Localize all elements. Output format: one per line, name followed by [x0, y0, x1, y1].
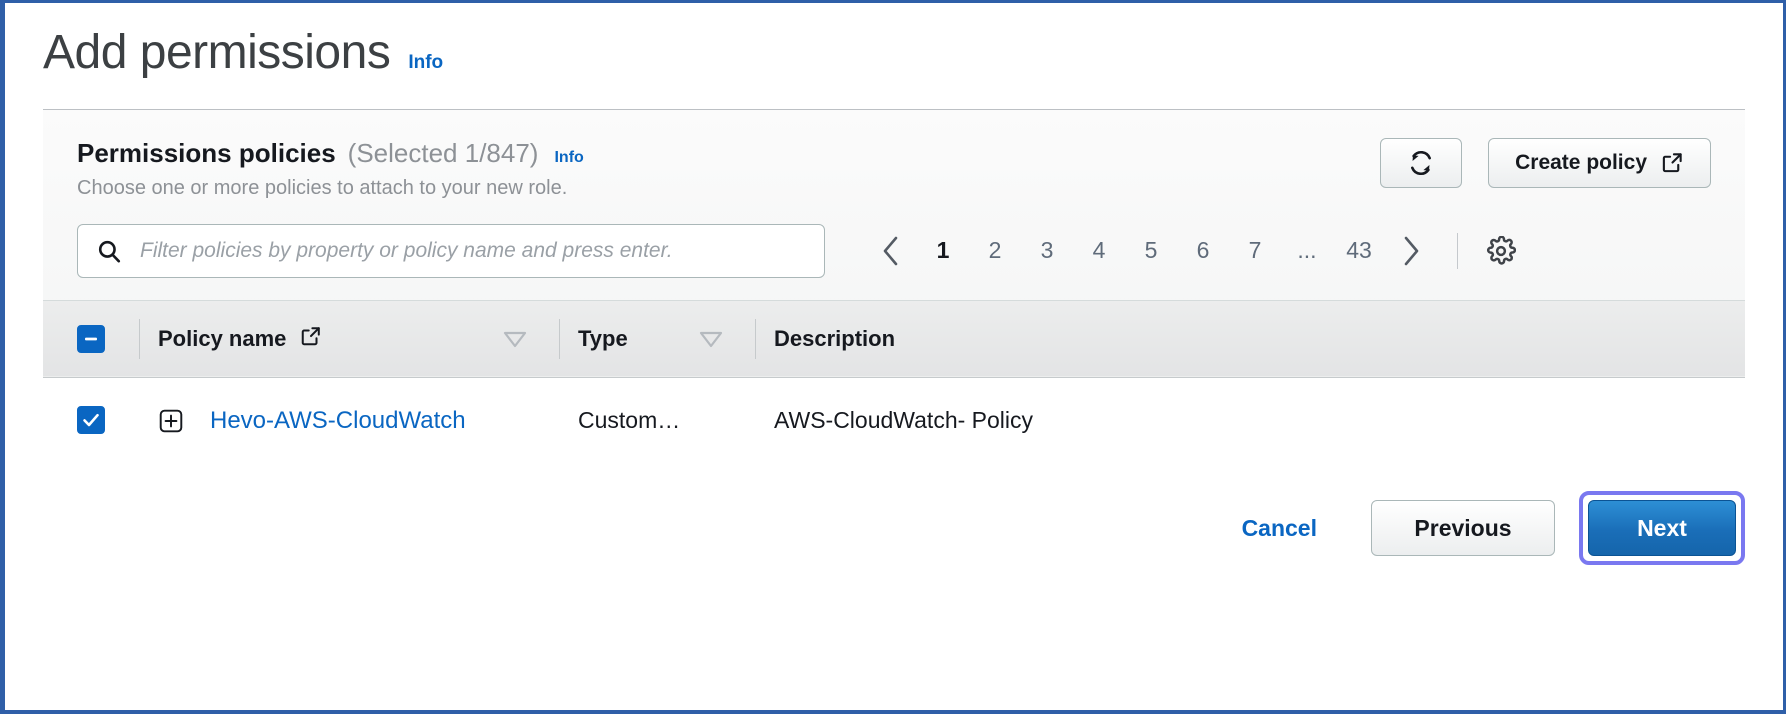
panel-subtitle: Choose one or more policies to attach to… — [77, 176, 568, 199]
pagination: 1 2 3 4 5 6 7 ... 43 — [865, 226, 1524, 276]
table-settings-button[interactable] — [1478, 228, 1524, 274]
pagination-page-7[interactable]: 7 — [1229, 226, 1281, 276]
chevron-left-icon — [883, 236, 898, 266]
select-all-checkbox[interactable] — [77, 324, 105, 353]
policy-name-link[interactable]: Hevo-AWS-CloudWatch — [210, 407, 466, 435]
page-header: Add permissions Info — [5, 3, 1783, 80]
external-link-icon — [300, 325, 322, 353]
pagination-page-1[interactable]: 1 — [917, 226, 969, 276]
permissions-policies-panel: Permissions policies (Selected 1/847) In… — [43, 109, 1745, 464]
page-frame: Add permissions Info Permissions policie… — [0, 0, 1786, 714]
pagination-previous-button[interactable] — [865, 226, 917, 276]
page-info-link[interactable]: Info — [408, 52, 443, 74]
pagination-page-4[interactable]: 4 — [1073, 226, 1125, 276]
panel-selected-count: (Selected 1/847) — [347, 137, 539, 168]
row-description-value: AWS-CloudWatch- Policy — [774, 407, 1034, 434]
page-title: Add permissions — [43, 26, 391, 79]
column-type[interactable]: Type — [560, 300, 756, 377]
pagination-ellipsis: ... — [1297, 237, 1317, 264]
panel-header: Permissions policies (Selected 1/847) In… — [43, 110, 1745, 200]
pagination-page-43[interactable]: 43 — [1333, 226, 1385, 276]
column-select-all — [43, 300, 140, 377]
row-checkbox[interactable] — [77, 405, 105, 434]
refresh-button[interactable] — [1380, 137, 1463, 188]
pagination-divider — [1457, 232, 1458, 269]
column-description-label: Description — [774, 325, 896, 351]
row-type-cell: Custom… — [560, 377, 756, 463]
wizard-footer: Cancel Previous Next — [5, 463, 1783, 566]
sort-type-icon[interactable] — [699, 330, 723, 348]
panel-info-link[interactable]: Info — [554, 149, 583, 167]
column-policy-name-label: Policy name — [158, 325, 287, 351]
minus-icon — [85, 337, 97, 341]
pagination-next-button[interactable] — [1385, 226, 1437, 276]
sort-policy-name-icon[interactable] — [503, 330, 527, 348]
check-icon — [83, 413, 99, 426]
chevron-right-icon — [1404, 236, 1419, 266]
pagination-page-5[interactable]: 5 — [1125, 226, 1177, 276]
plus-square-icon[interactable] — [158, 408, 184, 434]
refresh-icon — [1408, 150, 1434, 176]
row-description-cell: AWS-CloudWatch- Policy — [756, 377, 1745, 463]
row-policy-name-cell: Hevo-AWS-CloudWatch — [140, 377, 560, 463]
next-button-focus-ring: Next — [1579, 491, 1745, 566]
pagination-page-6[interactable]: 6 — [1177, 226, 1229, 276]
pagination-page-3[interactable]: 3 — [1021, 226, 1073, 276]
panel-title: Permissions policies — [77, 137, 336, 168]
cancel-button[interactable]: Cancel — [1224, 515, 1335, 542]
policies-table: Policy name Type Description Hevo-AWS-Cl… — [43, 300, 1745, 464]
next-button[interactable]: Next — [1588, 500, 1736, 557]
create-policy-button[interactable]: Create policy — [1488, 137, 1711, 188]
previous-button[interactable]: Previous — [1371, 500, 1555, 557]
column-type-label: Type — [578, 325, 628, 351]
column-description: Description — [756, 300, 1745, 377]
gear-icon — [1486, 235, 1516, 265]
create-policy-label: Create policy — [1515, 150, 1647, 174]
search-icon — [96, 238, 122, 264]
row-type-value: Custom… — [578, 407, 681, 434]
column-policy-name[interactable]: Policy name — [140, 300, 560, 377]
filter-row: 1 2 3 4 5 6 7 ... 43 — [43, 200, 1745, 300]
search-input[interactable] — [138, 237, 806, 264]
row-select-cell — [43, 377, 140, 463]
table-header-row: Policy name Type Description — [43, 300, 1745, 378]
external-link-icon — [1661, 151, 1684, 174]
table-row[interactable]: Hevo-AWS-CloudWatch Custom… AWS-CloudWat… — [43, 377, 1745, 464]
pagination-page-2[interactable]: 2 — [969, 226, 1021, 276]
search-box[interactable] — [77, 223, 825, 278]
